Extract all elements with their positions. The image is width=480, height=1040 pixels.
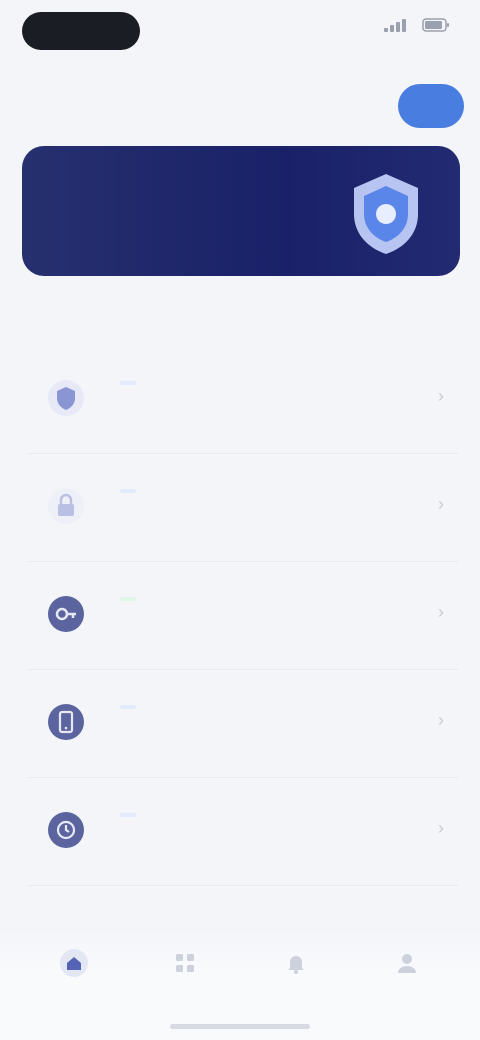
chevron-right-icon: › — [438, 710, 444, 730]
signal-icon — [384, 18, 406, 32]
status-time — [22, 12, 140, 50]
chevron-right-icon: › — [438, 494, 444, 514]
chevron-right-icon: › — [438, 386, 444, 406]
shield-icon — [46, 378, 86, 418]
list-item-title — [110, 590, 136, 608]
device-icon — [46, 702, 86, 742]
list-item-title — [110, 482, 136, 500]
profile-icon — [397, 954, 416, 973]
list-item[interactable]: › — [28, 778, 458, 886]
lock-icon — [46, 486, 86, 526]
tab-notifications[interactable] — [251, 942, 341, 1012]
settings-list: › › › › › — [28, 346, 458, 994]
history-icon — [46, 810, 86, 850]
home-icon — [59, 949, 88, 977]
battery-icon — [422, 18, 449, 32]
status-badge — [120, 704, 136, 709]
list-item[interactable]: › — [28, 562, 458, 670]
header — [24, 84, 464, 128]
list-item-title — [110, 698, 136, 716]
key-icon — [46, 594, 86, 634]
promo-banner[interactable] — [22, 146, 460, 276]
status-indicators — [384, 18, 450, 32]
tab-profile[interactable] — [362, 942, 452, 1012]
status-badge — [120, 812, 136, 817]
grid-icon — [175, 954, 194, 972]
list-item-title — [110, 806, 136, 824]
chevron-right-icon: › — [438, 818, 444, 838]
header-action-button[interactable] — [398, 84, 464, 128]
tab-grid[interactable] — [140, 942, 230, 1012]
chevron-right-icon: › — [438, 602, 444, 622]
list-item[interactable]: › — [28, 346, 458, 454]
list-item[interactable]: › — [28, 454, 458, 562]
status-bar — [0, 0, 480, 64]
home-indicator — [170, 1024, 310, 1029]
status-badge — [120, 488, 136, 493]
status-badge — [120, 380, 136, 385]
list-item-title — [110, 374, 136, 392]
tab-home[interactable] — [29, 942, 119, 1012]
list-item[interactable]: › — [28, 670, 458, 778]
bell-icon — [287, 956, 304, 974]
status-badge — [120, 596, 136, 601]
shield-illustration-icon — [354, 174, 418, 254]
